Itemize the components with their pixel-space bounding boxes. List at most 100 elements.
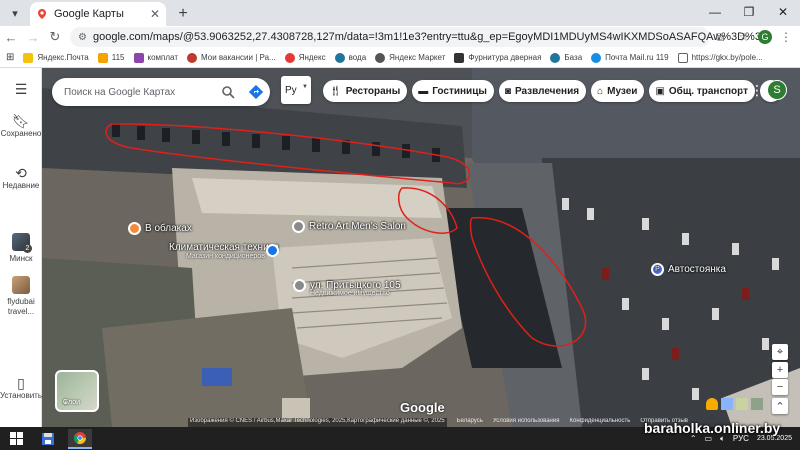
close-window-icon[interactable]: ✕ — [766, 0, 800, 24]
parking-pin-icon: P — [651, 263, 664, 276]
hamburger-icon: ☰ — [14, 81, 28, 97]
bookmark-favicon-icon — [97, 52, 108, 63]
taskbar-app-save[interactable] — [36, 429, 60, 449]
google-logo: Google — [400, 400, 445, 415]
reload-icon[interactable]: ↻ — [44, 26, 66, 48]
bookmark-item[interactable]: Почта Mail.ru 119 — [591, 52, 669, 63]
window-controls: — ❐ ✕ — [698, 0, 800, 24]
bookmark-favicon-icon — [133, 52, 144, 63]
maps-side-rail: ☰ 🔖︎ Сохранено ⟲ Недавние 2 Минск flydubai… — [0, 68, 42, 427]
windows-logo-icon — [9, 432, 23, 445]
url-text: google.com/maps/@53.9063252,27.4308728,1… — [92, 31, 769, 43]
chevron-up-icon: ⌃ — [775, 400, 785, 413]
rail-install[interactable]: ▯ Установить — [0, 375, 42, 401]
poi-parking[interactable]: P Автостоянка — [651, 263, 726, 276]
rail-saved[interactable]: 🔖︎ Сохранено — [0, 113, 42, 139]
tab-title: Google Карты — [54, 8, 124, 20]
address-bar[interactable]: ⚙ google.com/maps/@53.9063252,27.4308728… — [70, 27, 769, 47]
account-avatar[interactable]: S — [767, 80, 787, 100]
google-maps-favicon-icon — [36, 8, 48, 20]
start-button[interactable] — [4, 427, 28, 450]
forward-icon[interactable]: → — [22, 26, 44, 48]
floppy-icon — [42, 432, 54, 445]
pegman-icon[interactable] — [706, 398, 718, 410]
language-select[interactable]: Ру ▼ — [281, 76, 311, 104]
plus-icon: + — [776, 364, 784, 376]
rail-minsk[interactable]: 2 Минск — [0, 233, 42, 264]
poi-pin-icon — [292, 220, 305, 233]
bookmark-item[interactable]: Яндекс — [284, 52, 326, 63]
camera-icon: ◙ — [504, 85, 511, 97]
profile-avatar[interactable]: G — [758, 30, 772, 44]
bookmark-item[interactable]: Яндекс Маркет — [375, 52, 445, 63]
search-icon[interactable] — [220, 84, 236, 100]
my-location-button[interactable]: ⌖ — [772, 344, 788, 360]
bookmark-favicon-icon — [334, 52, 345, 63]
chip-entertainment[interactable]: ◙ Развлечения — [498, 80, 587, 102]
bookmark-item[interactable]: https://gkx.by/pole... — [677, 52, 763, 63]
poi-pin-icon — [293, 279, 306, 292]
imagery-thumb-icon[interactable] — [751, 398, 763, 410]
restaurant-icon: 🍴︎ — [329, 85, 342, 97]
bookmark-item[interactable]: комплат — [133, 52, 178, 63]
bookmark-item[interactable]: База — [550, 52, 582, 63]
address-toolbar: ← → ↻ ⚙ google.com/maps/@53.9063252,27.4… — [0, 26, 800, 48]
taskbar-app-chrome[interactable] — [68, 428, 92, 449]
zoom-out-button[interactable]: − — [772, 379, 788, 395]
bookmark-favicon-icon — [23, 52, 34, 63]
satellite-map[interactable]: В облаках Климатическая техника Магазин … — [42, 68, 800, 427]
bed-icon: ▬ — [418, 85, 429, 97]
crosshair-icon: ⌖ — [776, 345, 784, 358]
bookmark-item[interactable]: Фурнитура дверная — [454, 52, 541, 63]
layers-button[interactable]: ◈ Слои — [55, 370, 99, 412]
bookmark-item[interactable]: 115 — [97, 52, 125, 63]
satellite-imagery — [42, 68, 800, 427]
google-apps-icon[interactable]: ⋮⋮ — [736, 82, 764, 98]
poi-klimat-pin[interactable] — [266, 244, 279, 257]
tab-search-icon[interactable]: ▾ — [4, 2, 26, 24]
chip-hotels[interactable]: ▬ Гостиницы — [412, 80, 494, 102]
back-icon[interactable]: ← — [0, 26, 22, 48]
install-app-icon[interactable]: ⧉ — [710, 27, 730, 47]
transit-icon: ▣ — [655, 85, 665, 97]
tab-close-icon[interactable]: ✕ — [150, 7, 160, 21]
chip-museums[interactable]: ⌂ Музеи — [591, 80, 645, 102]
shop-pin-icon — [266, 244, 279, 257]
new-tab-button[interactable]: + — [172, 3, 194, 25]
bookmark-favicon-icon — [284, 52, 295, 63]
menu-dots-icon[interactable]: ⋮ — [776, 27, 796, 47]
phone-icon: ▯ — [17, 375, 25, 391]
minus-icon: − — [776, 381, 784, 393]
bookmarks-bar: ⊞ Яндекс.Почта 115 комплат Мои вакансии … — [0, 48, 800, 68]
chip-restaurants[interactable]: 🍴︎ Рестораны — [323, 80, 408, 102]
directions-icon[interactable] — [248, 84, 264, 100]
bookmark-icon: 🔖︎ — [12, 113, 30, 129]
rail-flydubai[interactable]: flydubai travel... — [0, 276, 42, 317]
menu-button[interactable]: ☰ — [0, 81, 42, 97]
bookmark-star-icon[interactable]: ☆ — [734, 27, 754, 47]
poi-retro[interactable]: Retro Art Men's Salon — [292, 220, 406, 233]
bookmark-item[interactable]: Яндекс.Почта — [23, 52, 89, 63]
zoom-in-button[interactable]: + — [772, 362, 788, 378]
imagery-thumb-icon[interactable] — [721, 398, 733, 410]
bookmark-favicon-icon — [186, 52, 197, 63]
minimize-icon[interactable]: — — [698, 0, 732, 24]
rail-recent[interactable]: ⟲ Недавние — [0, 166, 42, 191]
maximize-icon[interactable]: ❐ — [732, 0, 766, 24]
tab-google-maps[interactable]: Google Карты ✕ — [30, 2, 166, 26]
tab-bar: ▾ Google Карты ✕ + — ❐ ✕ — [0, 0, 800, 26]
bookmark-favicon-icon — [375, 52, 386, 63]
bookmark-item[interactable]: Мои вакансии | Ра... — [186, 52, 276, 63]
apps-grid-icon[interactable]: ⊞ — [6, 52, 14, 63]
search-input[interactable] — [64, 86, 214, 98]
bookmark-item[interactable]: вода — [334, 52, 366, 63]
site-info-icon[interactable]: ⚙ — [78, 32, 87, 43]
imagery-thumb-icon[interactable] — [736, 398, 748, 410]
poi-klimat[interactable]: Климатическая техника — [169, 242, 279, 253]
bookmark-favicon-icon — [550, 52, 561, 63]
poi-klimat-sub: Магазин кондиционеров — [186, 253, 265, 260]
poi-vo-blakah[interactable]: В облаках — [128, 222, 192, 235]
expand-button[interactable]: ⌃ — [772, 398, 788, 414]
search-box[interactable] — [52, 78, 270, 106]
category-chips: 🍴︎ Рестораны ▬ Гостиницы ◙ Развлечения ⌂ Муз… — [323, 80, 783, 102]
